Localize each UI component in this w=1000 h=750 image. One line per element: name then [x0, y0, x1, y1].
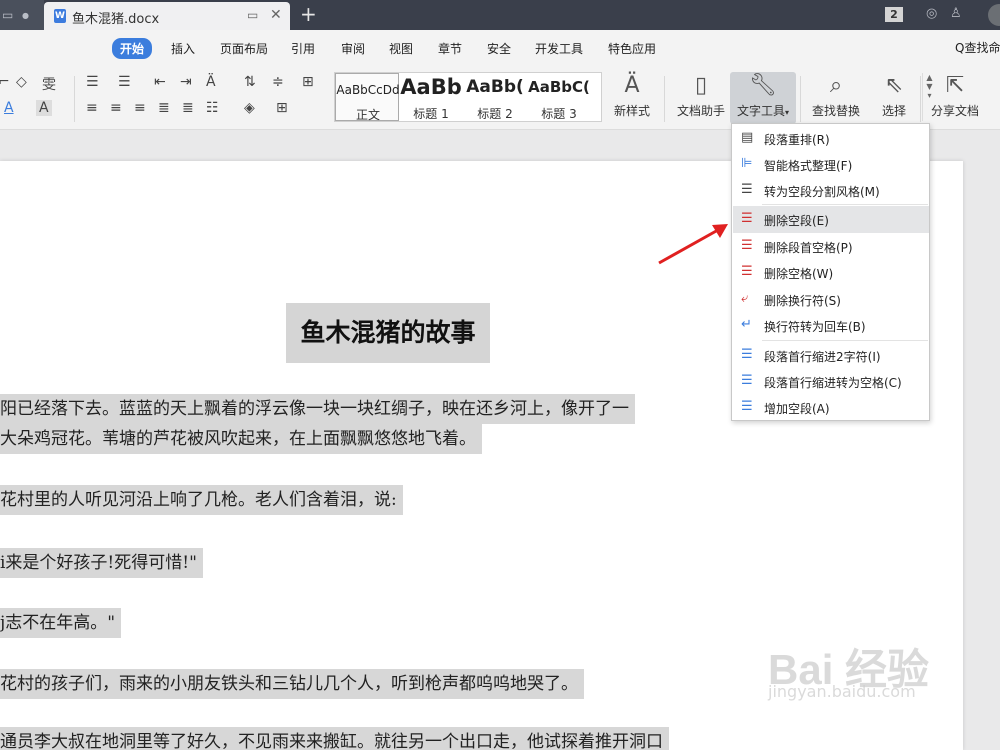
watermark-url: jingyan.baidu.com	[768, 682, 916, 701]
baidu-watermark: Bai 经验 jingyan.baidu.com	[768, 636, 929, 701]
